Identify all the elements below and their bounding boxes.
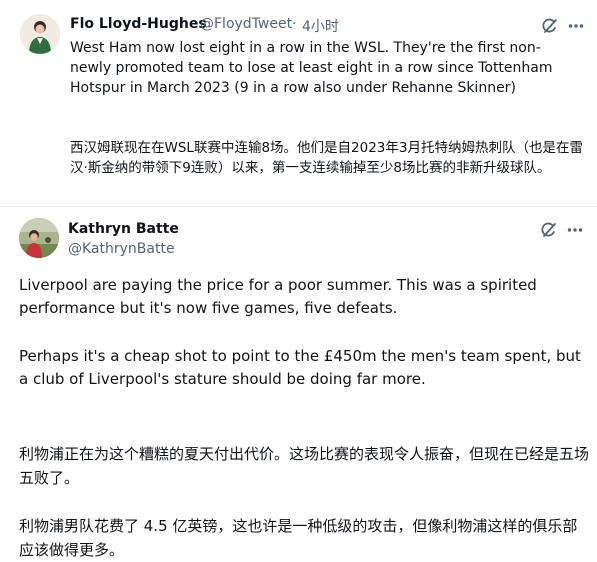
avatar[interactable] [20, 14, 60, 54]
timestamp[interactable]: 4小时 [302, 16, 339, 36]
author-handle[interactable]: @FloydTweet [200, 16, 292, 32]
tweet-paragraph-zh-1: 利物浦正在为这个糟糕的夏天付出代价。这场比赛的表现令人振奋，但现在已经是五场五败… [19, 445, 590, 487]
tweet-paragraph-en-1: Liverpool are paying the price for a poo… [19, 276, 537, 317]
author-name[interactable]: Flo Lloyd-Hughes [70, 16, 207, 32]
tweet-paragraph-en-2: Perhaps it's a cheap shot to point to th… [19, 347, 581, 388]
author-handle[interactable]: @KathrynBatte [68, 241, 175, 257]
grok-icon[interactable] [541, 17, 559, 35]
tweet-paragraph-zh-2: 利物浦男队花费了 4.5 亿英镑，这也许是一种低级的攻击，但像利物浦这样的俱乐部… [19, 517, 578, 559]
tweet-flo-lloyd-hughes[interactable]: Flo Lloyd-Hughes @FloydTweet · 4小时 West … [0, 0, 597, 200]
author-name[interactable]: Kathryn Batte [68, 221, 179, 237]
more-icon[interactable] [567, 17, 585, 35]
tweet-divider [0, 206, 597, 207]
separator-dot: · [292, 16, 297, 32]
tweet-text-zh: 西汉姆联现在在WSL联赛中连输8场。他们是自2023年3月托特纳姆热刺队（也是在… [70, 140, 583, 176]
tweet-text-en: West Ham now lost eight in a row in the … [70, 40, 553, 96]
avatar[interactable] [19, 218, 59, 258]
grok-icon[interactable] [540, 221, 558, 239]
more-icon[interactable] [566, 221, 584, 239]
